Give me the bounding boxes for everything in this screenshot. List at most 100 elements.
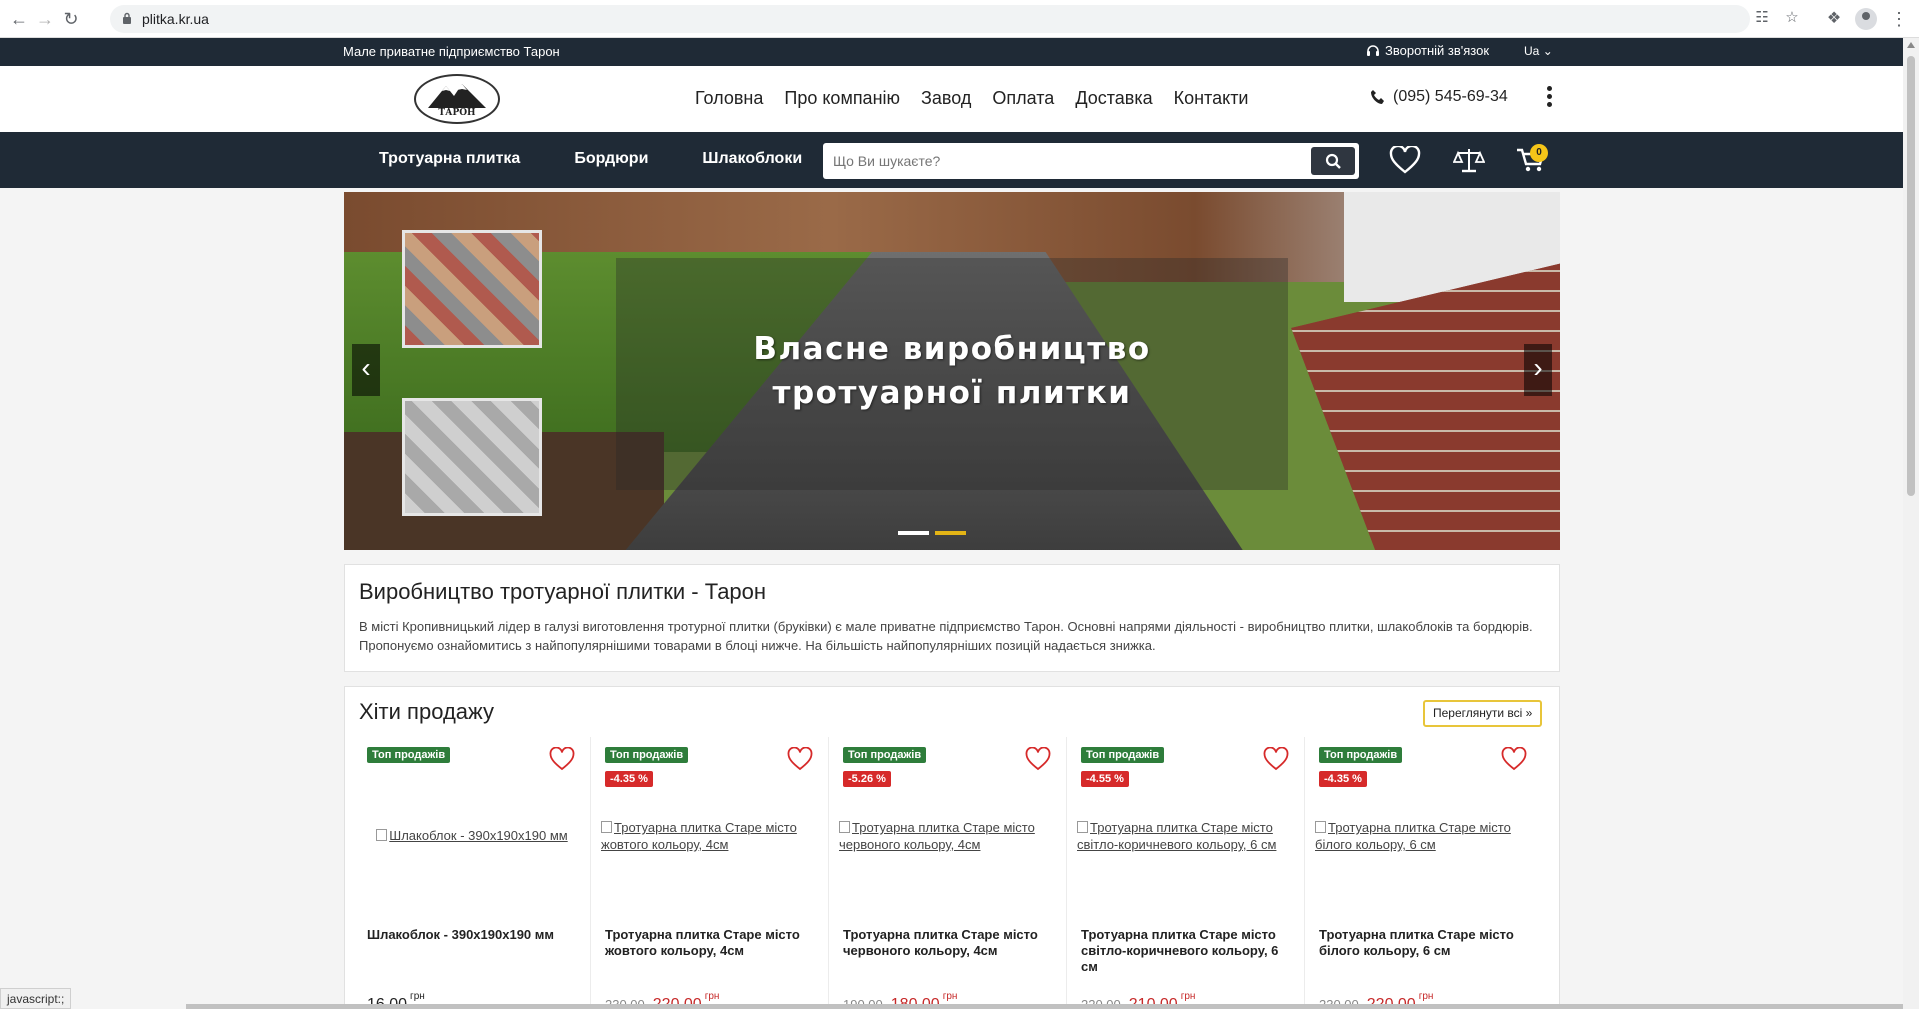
product-image-link[interactable]: Шлакоблок - 390х190х190 мм <box>363 827 581 844</box>
currency-label: грн <box>942 991 958 1002</box>
broken-image-icon <box>839 821 850 833</box>
banner-title-line2: тротуарної плитки <box>772 375 1132 411</box>
main-navigation: Головна Про компанію Завод Оплата Достав… <box>695 88 1249 109</box>
forward-icon[interactable]: → <box>34 8 56 30</box>
top-sales-badge: Топ продажів <box>843 747 927 763</box>
url-text: plitka.kr.ua <box>142 11 209 27</box>
nav-delivery[interactable]: Доставка <box>1075 88 1152 109</box>
company-name: Мале приватне підприємство Тарон <box>343 44 560 59</box>
product-card[interactable]: Топ продажів -4.35 % Тротуарна плитка Стар… <box>1305 737 1543 1009</box>
search-input[interactable] <box>833 143 1303 179</box>
feedback-label: Зворотній зв'язок <box>1385 43 1490 58</box>
product-image-link[interactable]: Тротуарна плитка Старе місто світло-кори… <box>1077 819 1295 853</box>
wishlist-heart-icon[interactable] <box>1025 747 1051 771</box>
site-logo[interactable]: ТАРОН <box>414 74 500 124</box>
nav-contacts[interactable]: Контакти <box>1174 88 1249 109</box>
intro-section: Виробництво тротуарної плитки - Тарон В … <box>344 564 1560 672</box>
top-sales-badge: Топ продажів <box>1319 747 1403 763</box>
product-name[interactable]: Шлакоблок - 390х190х190 мм <box>367 927 579 943</box>
product-image-alt: Тротуарна плитка Старе місто жовтого кол… <box>601 820 797 852</box>
product-image-link[interactable]: Тротуарна плитка Старе місто білого коль… <box>1315 819 1533 853</box>
extensions-icon[interactable]: ❖ <box>1823 8 1845 30</box>
nav-factory[interactable]: Завод <box>921 88 971 109</box>
more-menu-icon[interactable] <box>1544 86 1554 110</box>
banner-title-line1: Власне виробництво <box>753 331 1151 367</box>
wishlist-heart-icon[interactable] <box>787 747 813 771</box>
banner-tile-sample-grey <box>402 398 542 516</box>
banner-title: Власне виробництво тротуарної плитки <box>616 327 1288 415</box>
product-card[interactable]: Топ продажів -5.26 % Тротуарна плитка Стар… <box>829 737 1067 1009</box>
browser-status-text: javascript:; <box>0 988 72 1009</box>
product-name[interactable]: Тротуарна плитка Старе місто жовтого кол… <box>605 927 817 959</box>
nav-payment[interactable]: Оплата <box>992 88 1054 109</box>
feedback-link[interactable]: Зворотній зв'язок <box>1366 43 1489 58</box>
broken-image-icon <box>1077 821 1088 833</box>
profile-avatar-icon[interactable] <box>1855 8 1877 30</box>
category-cinder-blocks[interactable]: Шлакоблоки <box>702 150 802 168</box>
logo-text: ТАРОН <box>438 108 476 118</box>
nav-home[interactable]: Головна <box>695 88 763 109</box>
wishlist-heart-icon[interactable] <box>1501 747 1527 771</box>
top-sales-badge: Топ продажів <box>367 747 451 763</box>
broken-image-icon <box>601 821 612 833</box>
wishlist-heart-icon[interactable] <box>1263 747 1289 771</box>
language-label: Ua <box>1524 44 1540 58</box>
scrollbar-thumb[interactable] <box>1907 56 1915 496</box>
wishlist-heart-icon[interactable] <box>549 747 575 771</box>
vertical-scrollbar[interactable] <box>1903 38 1919 1009</box>
product-image-alt: Тротуарна плитка Старе місто білого коль… <box>1315 820 1511 852</box>
top-info-strip: Мале приватне підприємство Тарон Зворотн… <box>0 38 1903 66</box>
product-card[interactable]: Топ продажів -4.35 % Тротуарна плитка Стар… <box>591 737 829 1009</box>
category-curbs[interactable]: Бордюри <box>574 150 648 168</box>
view-all-button[interactable]: Переглянути всі » <box>1423 700 1543 727</box>
banner-dot-2[interactable] <box>935 531 966 535</box>
product-card[interactable]: Топ продажів -4.55 % Тротуарна плитка Стар… <box>1067 737 1305 1009</box>
heart-icon[interactable] <box>1389 146 1421 174</box>
horizontal-scrollbar[interactable] <box>186 1004 1903 1009</box>
site-header: ТАРОН Головна Про компанію Завод Оплата … <box>0 66 1903 132</box>
banner-tile-sample-colored <box>402 230 542 348</box>
headset-icon <box>1367 44 1379 56</box>
discount-badge: -5.26 % <box>843 771 891 787</box>
product-name[interactable]: Тротуарна плитка Старе місто червоного к… <box>843 927 1055 959</box>
bookmark-star-icon[interactable]: ☆ <box>1782 8 1802 28</box>
compare-scales-icon[interactable] <box>1453 146 1485 174</box>
bestsellers-title: Хіти продажу <box>359 699 494 724</box>
mountain-logo-icon <box>428 84 486 108</box>
translate-icon[interactable]: ☷ <box>1752 8 1772 28</box>
category-paving-tiles[interactable]: Тротуарна плитка <box>379 150 520 168</box>
currency-label: грн <box>1180 991 1196 1002</box>
category-bar: Тротуарна плитка Бордюри Шлакоблоки <box>0 132 1903 188</box>
product-image-link[interactable]: Тротуарна плитка Старе місто жовтого кол… <box>601 819 819 853</box>
discount-badge: -4.55 % <box>1081 771 1129 787</box>
banner-prev-button[interactable]: ‹ <box>352 344 380 396</box>
intro-text: В місті Кропивницький лідер в галузі виг… <box>359 619 1533 653</box>
phone-link[interactable]: (095) 545-69-34 <box>1370 88 1508 106</box>
discount-badge: -4.35 % <box>1319 771 1367 787</box>
banner-next-button[interactable]: › <box>1524 344 1552 396</box>
nav-about[interactable]: Про компанію <box>784 88 900 109</box>
phone-icon <box>1371 90 1384 104</box>
hero-banner: Власне виробництво тротуарної плитки ‹ › <box>344 192 1560 550</box>
product-image-alt: Тротуарна плитка Старе місто світло-кори… <box>1077 820 1277 852</box>
cart-count-badge: 0 <box>1530 144 1548 162</box>
address-bar[interactable]: plitka.kr.ua <box>110 5 1750 33</box>
product-name[interactable]: Тротуарна плитка Старе місто світло-кори… <box>1081 927 1293 975</box>
discount-badge: -4.35 % <box>605 771 653 787</box>
product-image-link[interactable]: Тротуарна плитка Старе місто червоного к… <box>839 819 1057 853</box>
category-menu: Тротуарна плитка Бордюри Шлакоблоки <box>379 150 802 168</box>
product-image-alt: Шлакоблок - 390х190х190 мм <box>389 828 568 843</box>
product-card[interactable]: Топ продажів Шлакоблок - 390х190х190 мм Шл… <box>353 737 591 1009</box>
banner-dot-1[interactable] <box>898 531 929 535</box>
currency-label: грн <box>1418 991 1434 1002</box>
language-selector[interactable]: Ua ⌄ <box>1524 44 1553 58</box>
broken-image-icon <box>1315 821 1326 833</box>
search-button[interactable] <box>1311 147 1355 175</box>
back-icon[interactable]: ← <box>8 8 30 30</box>
reload-icon[interactable]: ↻ <box>60 8 82 30</box>
browser-menu-icon[interactable]: ⋮ <box>1890 8 1908 30</box>
product-list: Топ продажів Шлакоблок - 390х190х190 мм Шл… <box>353 737 1553 1009</box>
browser-toolbar: ← → ↻ plitka.kr.ua ☷ ☆ ❖ ⋮ <box>0 0 1919 38</box>
product-name[interactable]: Тротуарна плитка Старе місто білого коль… <box>1319 927 1531 959</box>
scroll-up-arrow-icon[interactable] <box>1907 42 1915 48</box>
